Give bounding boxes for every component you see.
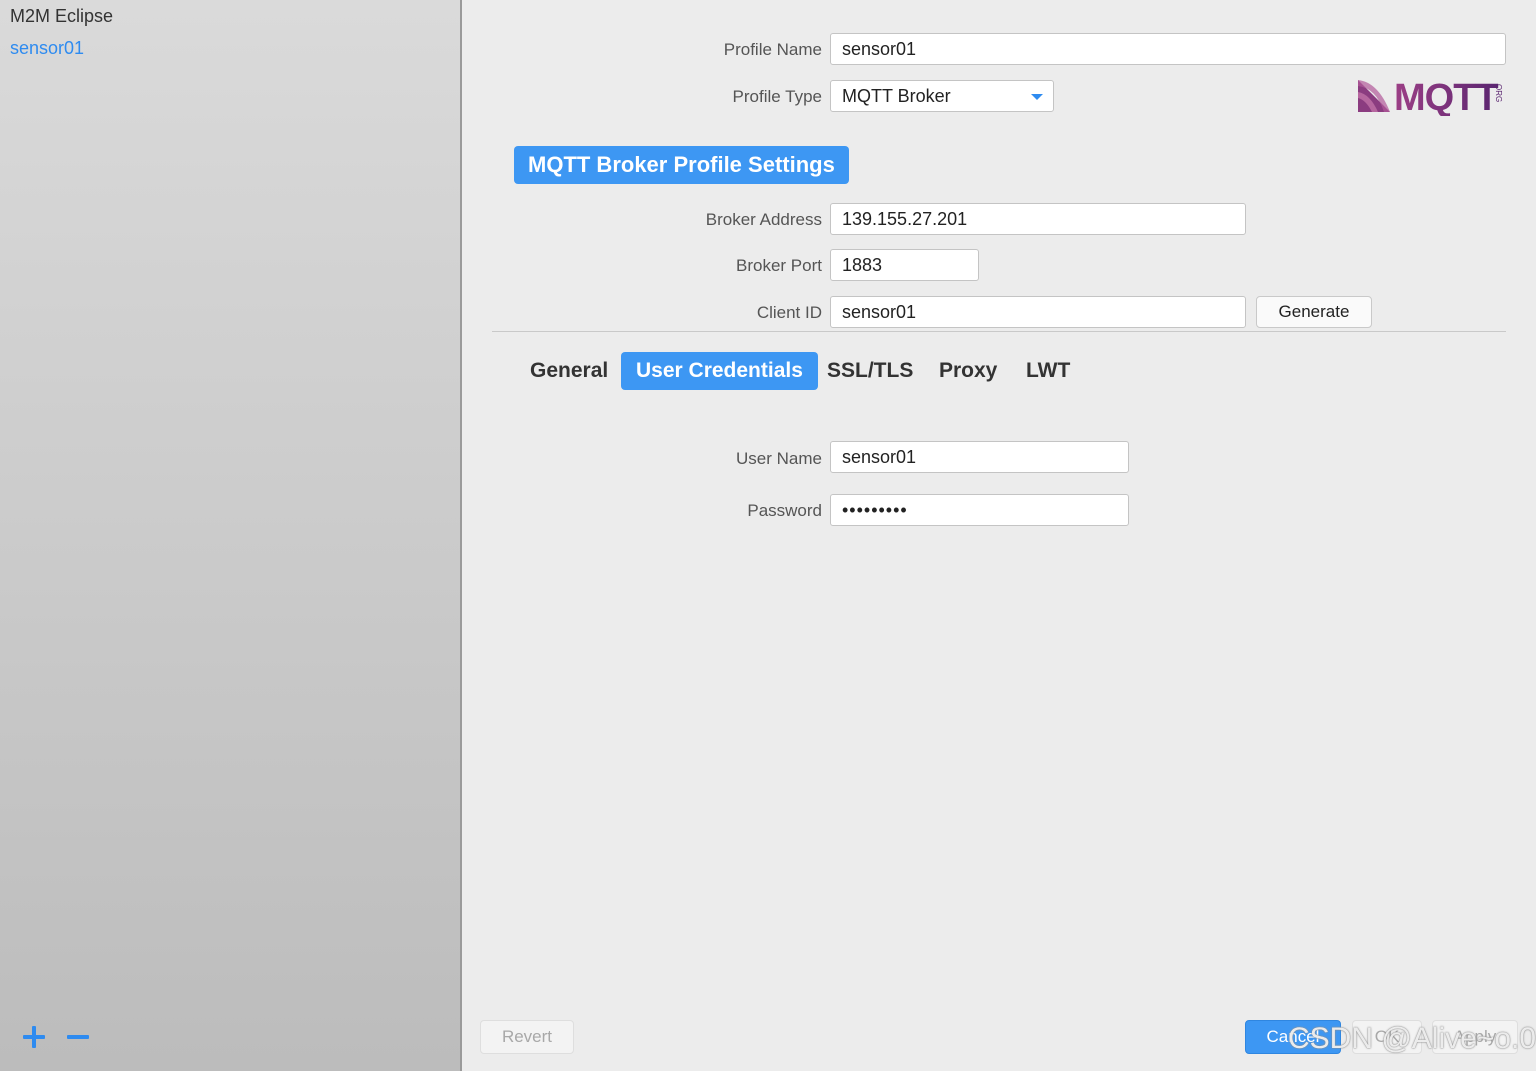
profile-editor: Profile Name sensor01 Profile Type MQTT … (462, 0, 1536, 1071)
profile-type-label: Profile Type (732, 87, 822, 106)
section-title: MQTT Broker Profile Settings (514, 146, 849, 184)
minus-icon[interactable] (64, 1022, 94, 1052)
tab-general[interactable]: General (515, 352, 623, 390)
divider (492, 331, 1506, 332)
user-name-input[interactable]: sensor01 (830, 441, 1129, 473)
tab-user-credentials[interactable]: User Credentials (621, 352, 818, 390)
tab-lwt[interactable]: LWT (1011, 352, 1085, 390)
password-input[interactable] (830, 494, 1129, 526)
client-id-label: Client ID (756, 303, 822, 322)
tab-proxy[interactable]: Proxy (924, 352, 1012, 390)
mqtt-logo: MQTT ORG (1358, 77, 1503, 116)
profile-name-label: Profile Name (723, 40, 822, 59)
broker-address-label: Broker Address (705, 210, 822, 229)
generate-button[interactable]: Generate (1256, 296, 1372, 328)
sidebar-group-label: M2M Eclipse (10, 6, 114, 26)
client-id-input[interactable]: sensor01 (830, 296, 1246, 328)
plus-icon[interactable] (20, 1022, 50, 1052)
profile-type-select[interactable]: MQTT Broker (830, 80, 1054, 112)
broker-port-input[interactable]: 1883 (830, 249, 979, 281)
broker-port-label: Broker Port (736, 256, 822, 275)
profile-type-value: MQTT Broker (842, 86, 951, 106)
mqtt-logo-text: MQTT (1394, 77, 1498, 116)
password-label: Password (747, 501, 822, 520)
user-name-label: User Name (736, 449, 822, 468)
chevron-down-icon (1031, 94, 1043, 100)
tab-ssl-tls[interactable]: SSL/TLS (812, 352, 928, 390)
broker-address-input[interactable]: 139.155.27.201 (830, 203, 1246, 235)
watermark: CSDN @Alive~o.0 (1288, 1022, 1536, 1055)
profile-sidebar: M2M Eclipse sensor01 (0, 0, 462, 1071)
profile-name-input[interactable]: sensor01 (830, 33, 1506, 65)
mqtt-logo-suffix: ORG (1494, 84, 1503, 102)
sidebar-item-sensor01[interactable]: sensor01 (10, 38, 84, 59)
revert-button[interactable]: Revert (480, 1020, 574, 1054)
